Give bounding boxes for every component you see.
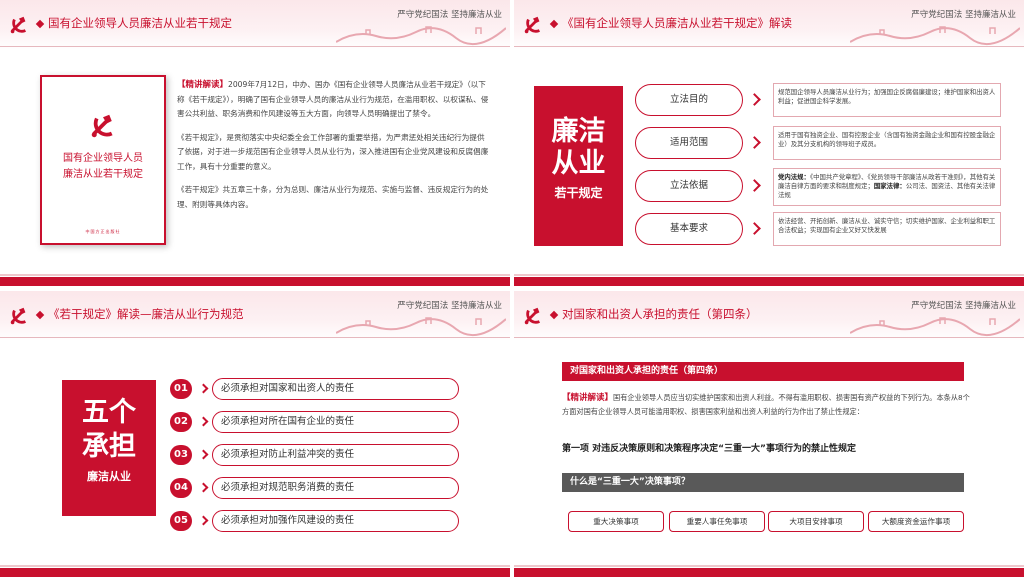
slide-4[interactable]: 对国家和出资人承担的责任（第四条） 严守党纪国法 坚持廉洁从业 对国家和出资人承… [514, 291, 1024, 577]
slide-footer-bar [514, 274, 1024, 286]
great-wall-decoration-icon [336, 317, 506, 337]
desc-basic-requirements: 依法经营、开拓创新、廉洁从业、诚实守信；切实维护国家、企业利益和职工合法权益；实… [773, 212, 1001, 246]
pill-basic-requirements[interactable]: 基本要求 [635, 213, 743, 245]
tag-major-decision[interactable]: 重大决策事项 [568, 511, 664, 532]
topic-red-box: 五个 承担 廉洁从业 [62, 380, 156, 516]
basis-label-party-rules: 党内法规： [778, 173, 810, 181]
item-text: 必须承担对所在国有企业的责任 [212, 411, 459, 433]
slide-3[interactable]: 《若干规定》解读—廉洁从业行为规范 严守党纪国法 坚持廉洁从业 五个 承担 廉洁… [0, 291, 510, 577]
item-text: 必须承担对国家和出资人的责任 [212, 378, 459, 400]
chevron-right-icon [748, 222, 761, 235]
slide-2[interactable]: 《国有企业领导人员廉洁从业若干规定》解读 严守党纪国法 坚持廉洁从业 廉洁 从业… [514, 0, 1024, 286]
tag-major-project[interactable]: 大项目安排事项 [768, 511, 864, 532]
slide-title: 《国有企业领导人员廉洁从业若干规定》解读 [562, 16, 792, 30]
title-bullet-icon [549, 310, 559, 320]
party-emblem-icon [524, 16, 541, 34]
interpretation-text: 【精讲解读】国有企业领导人员应当切实维护国家和出资人利益。不得有滥用职权、损害国… [562, 391, 974, 418]
book-title-line-2: 廉洁从业若干规定 [63, 169, 143, 180]
chevron-right-icon [748, 93, 761, 106]
section-title-bar: 对国家和出资人承担的责任（第四条） [562, 362, 964, 381]
tag-personnel-appointment[interactable]: 重要人事任免事项 [669, 511, 765, 532]
item-number: 05 [170, 511, 192, 531]
paragraph: 国有企业领导人员应当切实维护国家和出资人利益。不得有滥用职权、损害国有资产权益的… [562, 393, 970, 416]
header-slogan: 严守党纪国法 坚持廉洁从业 [911, 301, 1016, 311]
chevron-right-icon [198, 416, 209, 427]
header-slogan: 严守党纪国法 坚持廉洁从业 [397, 301, 502, 311]
highlight-label: 【精讲解读】 [177, 80, 229, 90]
slide-header: 《国有企业领导人员廉洁从业若干规定》解读 严守党纪国法 坚持廉洁从业 [514, 0, 1024, 50]
box-line-2: 从业 [551, 148, 606, 179]
slide-title: 对国家和出资人承担的责任（第四条） [562, 307, 758, 321]
slide-header: 国有企业领导人员廉洁从业若干规定 严守党纪国法 坚持廉洁从业 [0, 0, 510, 50]
box-line-3: 廉洁从业 [87, 470, 131, 483]
slide-header: 对国家和出资人承担的责任（第四条） 严守党纪国法 坚持廉洁从业 [514, 291, 1024, 341]
great-wall-decoration-icon [850, 317, 1020, 337]
party-emblem-icon [10, 16, 27, 34]
slide-title: 国有企业领导人员廉洁从业若干规定 [48, 16, 232, 30]
tag-large-fund[interactable]: 大额度资金运作事项 [868, 511, 964, 532]
great-wall-decoration-icon [336, 26, 506, 46]
desc-scope: 适用于国有独资企业、国有控股企业（含国有独资金融企业和国有控股金融企业）及其分支… [773, 126, 1001, 160]
paragraph-3: 《若干规定》共五章三十条，分为总则、廉洁从业行为规范、实施与监督、违反规定行为的… [177, 185, 489, 209]
item-number: 04 [170, 478, 192, 498]
item-text: 必须承担对防止利益冲突的责任 [212, 444, 459, 466]
highlight-label: 【精讲解读】 [562, 393, 614, 403]
chevron-right-icon [198, 383, 209, 394]
title-bullet-icon [549, 19, 559, 29]
paragraph-2: 《若干规定》，是贯彻落实中央纪委全会工作部署的重要举措，为严肃惩处相关违纪行为提… [177, 132, 489, 171]
question-bar: 什么是“三重一大”决策事项？ [562, 473, 964, 492]
slide-1[interactable]: 国有企业领导人员廉洁从业若干规定 严守党纪国法 坚持廉洁从业 国有企业领导人员 … [0, 0, 510, 286]
pill-legislative-purpose[interactable]: 立法目的 [635, 84, 743, 116]
box-line-1: 五个 [82, 397, 136, 428]
party-emblem-icon [91, 114, 113, 138]
basis-label-state-law: 国家法律： [873, 182, 906, 190]
slide-footer-bar [0, 565, 510, 577]
header-slogan: 严守党纪国法 坚持廉洁从业 [397, 10, 502, 20]
item-number: 03 [170, 445, 192, 465]
title-bullet-icon [35, 19, 45, 29]
pill-scope[interactable]: 适用范围 [635, 127, 743, 159]
item-number: 01 [170, 379, 192, 399]
slide-header: 《若干规定》解读—廉洁从业行为规范 严守党纪国法 坚持廉洁从业 [0, 291, 510, 341]
item-first: 第一项 对违反决策原则和决策程序决定“三重一大”事项行为的禁止性规定 [562, 444, 856, 454]
party-emblem-icon [10, 307, 27, 325]
slide-footer-bar [514, 565, 1024, 577]
chevron-right-icon [198, 482, 209, 493]
book-title-line-1: 国有企业领导人员 [63, 153, 143, 164]
item-number: 02 [170, 412, 192, 432]
interpretation-text: 【精讲解读】2009年7月12日，中办、国办《国有企业领导人员廉洁从业若干规定》… [177, 78, 489, 221]
party-emblem-icon [524, 307, 541, 325]
item-text: 必须承担对规范职务消费的责任 [212, 477, 459, 499]
chevron-right-icon [748, 136, 761, 149]
slide-footer-bar [0, 274, 510, 286]
box-line-2: 承担 [82, 431, 136, 462]
desc-legal-basis: 党内法规：《中国共产党章程》、《党员领导干部廉洁从政若干准则》，其他有关廉洁自律… [773, 168, 1001, 206]
topic-red-box: 廉洁 从业 若干规定 [534, 86, 623, 246]
title-bullet-icon [35, 310, 45, 320]
header-slogan: 严守党纪国法 坚持廉洁从业 [911, 10, 1016, 20]
regulation-book-cover: 国有企业领导人员 廉洁从业若干规定 中国方正出版社 [40, 75, 166, 245]
item-text: 必须承担对加强作风建设的责任 [212, 510, 459, 532]
great-wall-decoration-icon [850, 26, 1020, 46]
pill-legal-basis[interactable]: 立法依据 [635, 170, 743, 202]
box-line-1: 廉洁 [551, 116, 606, 147]
desc-legislative-purpose: 规范国企领导人员廉洁从业行为；加强国企反腐倡廉建设；维护国家和出资人利益；促进国… [773, 83, 1001, 117]
slide-title: 《若干规定》解读—廉洁从业行为规范 [48, 307, 244, 321]
box-line-3: 若干规定 [554, 186, 603, 200]
chevron-right-icon [748, 179, 761, 192]
chevron-right-icon [198, 515, 209, 526]
chevron-right-icon [198, 449, 209, 460]
book-publisher: 中国方正出版社 [85, 229, 121, 234]
